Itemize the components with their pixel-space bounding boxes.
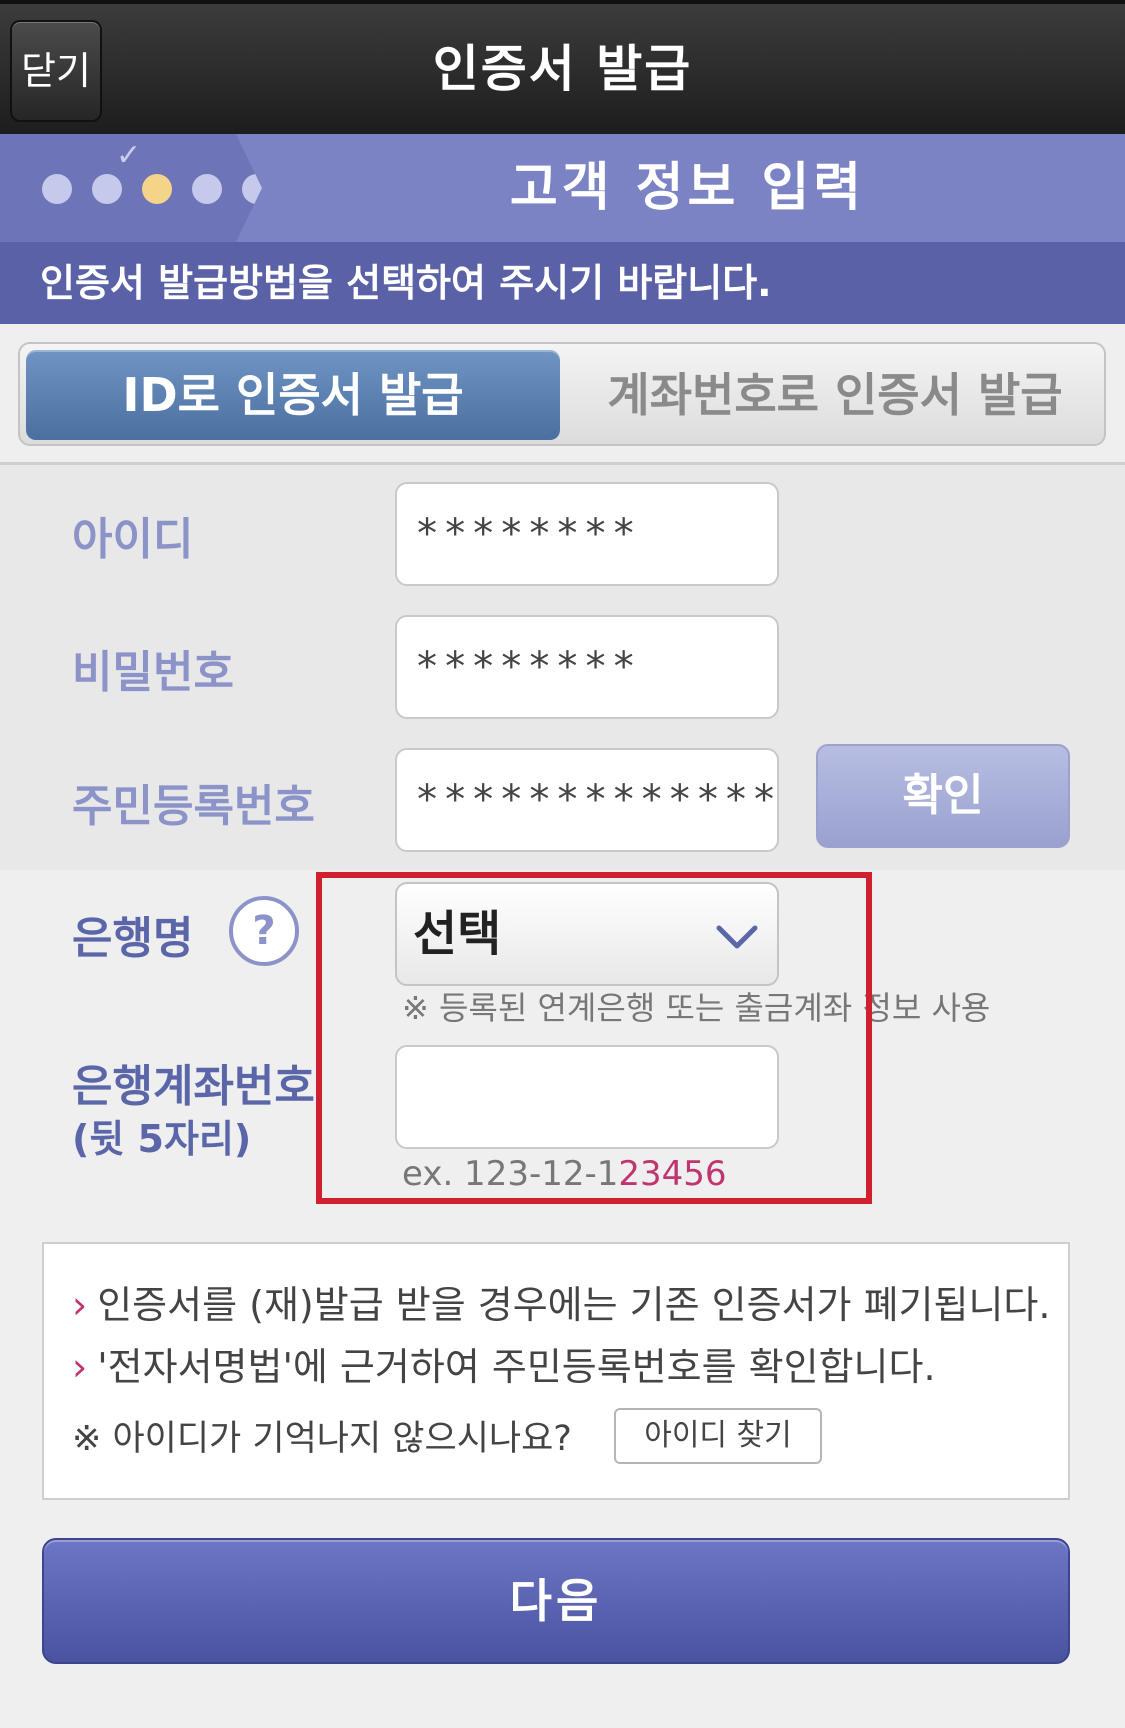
step-title: 고객 정보 입력 — [509, 158, 866, 218]
step-dot-current — [142, 174, 172, 204]
bullet-arrow-icon: › — [72, 1283, 88, 1327]
help-icon[interactable]: ? — [229, 896, 299, 966]
account-number-label: 은행계좌번호 — [72, 1061, 315, 1112]
info-line-law: › '전자서명법'에 근거하여 주민등록번호를 확인합니다. — [72, 1336, 936, 1391]
step-header: ✓ 고객 정보 입력 — [0, 134, 1125, 242]
check-icon: ✓ — [116, 138, 142, 173]
id-label: 아이디 — [72, 514, 194, 565]
resident-number-label: 주민등록번호 — [72, 781, 315, 832]
resident-number-field[interactable]: ************* — [395, 748, 779, 852]
info-line-reissue: › 인증서를 (재)발급 받을 경우에는 기존 인증서가 폐기됩니다. — [72, 1274, 1050, 1329]
bullet-arrow-icon: › — [72, 1345, 88, 1389]
info-text: '전자서명법'에 근거하여 주민등록번호를 확인합니다. — [97, 1345, 936, 1389]
step-dot — [92, 174, 122, 204]
confirm-button[interactable]: 확인 — [816, 744, 1070, 848]
close-button[interactable]: 닫기 — [10, 20, 102, 122]
password-label: 비밀번호 — [72, 647, 234, 698]
tab-issue-by-account[interactable]: 계좌번호로 인증서 발급 — [568, 350, 1102, 440]
tab-issue-by-id[interactable]: ID로 인증서 발급 — [26, 350, 560, 440]
highlight-box — [316, 872, 872, 1204]
step-dot — [192, 174, 222, 204]
info-text: 인증서를 (재)발급 받을 경우에는 기존 인증서가 폐기됩니다. — [97, 1283, 1051, 1327]
instruction-text: 인증서 발급방법을 선택하여 주시기 바랍니다. — [0, 242, 1125, 324]
issue-method-tabs: ID로 인증서 발급 계좌번호로 인증서 발급 — [18, 342, 1106, 446]
bank-name-label: 은행명 — [72, 913, 194, 964]
id-field[interactable]: ******** — [395, 482, 779, 586]
account-number-sublabel: (뒷 5자리) — [72, 1117, 252, 1161]
title-bar: 인증서 발급 닫기 — [0, 0, 1125, 134]
next-button[interactable]: 다음 — [42, 1538, 1070, 1664]
password-field[interactable]: ******** — [395, 615, 779, 719]
info-line-forgot-id: ※ 아이디가 기억나지 않으시나요? — [72, 1419, 572, 1459]
step-dot — [42, 174, 72, 204]
page-title: 인증서 발급 — [432, 40, 693, 98]
find-id-button[interactable]: 아이디 찾기 — [614, 1408, 822, 1464]
info-box: › 인증서를 (재)발급 받을 경우에는 기존 인증서가 폐기됩니다. › '전자서… — [42, 1242, 1070, 1500]
step-indicator: ✓ — [0, 134, 262, 242]
